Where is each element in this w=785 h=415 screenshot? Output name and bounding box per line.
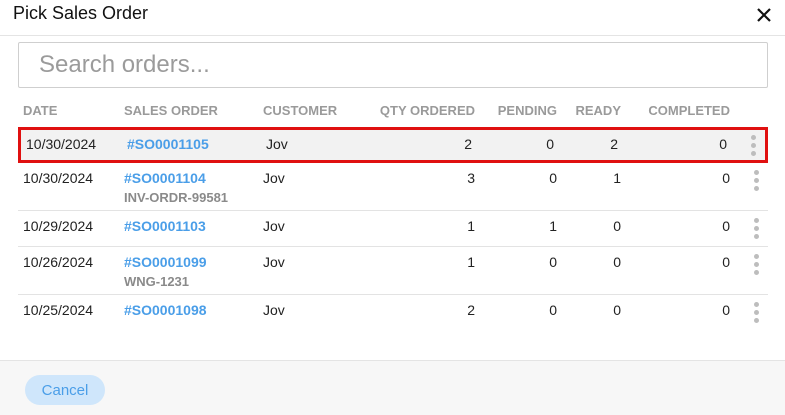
row-ready: 0 bbox=[613, 254, 621, 270]
row-customer: Jov bbox=[263, 170, 285, 186]
dialog-footer: Cancel bbox=[0, 360, 785, 415]
row-pending: 0 bbox=[549, 170, 557, 186]
row-date: 10/26/2024 bbox=[23, 254, 94, 270]
row-completed: 0 bbox=[722, 218, 730, 234]
table-row[interactable]: 10/26/2024 #SO0001099 WNG-1231 Jov 1 0 0… bbox=[18, 247, 768, 295]
row-date: 10/29/2024 bbox=[23, 218, 94, 234]
column-header-customer: CUSTOMER bbox=[263, 103, 338, 118]
search-input[interactable] bbox=[19, 43, 767, 87]
row-sales-order: #SO0001099 WNG-1231 bbox=[124, 254, 207, 289]
row-qty-ordered: 2 bbox=[467, 302, 475, 318]
more-vertical-icon[interactable] bbox=[747, 135, 759, 159]
column-header-sales-order: SALES ORDER bbox=[124, 103, 218, 118]
cancel-button[interactable]: Cancel bbox=[25, 375, 105, 405]
row-ready: 0 bbox=[613, 218, 621, 234]
dialog-header: Pick Sales Order bbox=[0, 0, 785, 36]
row-qty-ordered: 2 bbox=[464, 136, 472, 152]
column-header-completed: COMPLETED bbox=[648, 103, 730, 118]
row-completed: 0 bbox=[722, 302, 730, 318]
close-icon[interactable] bbox=[753, 4, 775, 26]
order-reference: INV-ORDR-99581 bbox=[124, 190, 229, 205]
row-date: 10/30/2024 bbox=[26, 136, 97, 152]
more-vertical-icon[interactable] bbox=[750, 302, 762, 326]
row-sales-order: #SO0001104 INV-ORDR-99581 bbox=[124, 170, 228, 205]
row-completed: 0 bbox=[722, 170, 730, 186]
sales-order-link[interactable]: #SO0001104 bbox=[124, 170, 228, 186]
row-sales-order: #SO0001103 bbox=[124, 218, 206, 234]
column-header-pending: PENDING bbox=[497, 103, 557, 118]
row-ready: 2 bbox=[610, 136, 618, 152]
row-sales-order: #SO0001105 bbox=[127, 136, 209, 152]
column-header-ready: READY bbox=[575, 103, 621, 118]
sales-order-link[interactable]: #SO0001103 bbox=[124, 218, 206, 234]
search-box bbox=[18, 42, 768, 88]
column-header-qty-ordered: QTY ORDERED bbox=[379, 103, 475, 118]
dialog-title: Pick Sales Order bbox=[13, 3, 149, 23]
row-qty-ordered: 3 bbox=[467, 170, 475, 186]
column-header-date: DATE bbox=[23, 103, 58, 118]
sales-order-link[interactable]: #SO0001105 bbox=[127, 136, 209, 152]
row-qty-ordered: 1 bbox=[467, 254, 475, 270]
row-ready: 1 bbox=[613, 170, 621, 186]
more-vertical-icon[interactable] bbox=[750, 170, 762, 194]
row-completed: 0 bbox=[722, 254, 730, 270]
table-row[interactable]: 10/25/2024 #SO0001098 Jov 2 0 0 0 bbox=[18, 295, 768, 331]
orders-table: DATE SALES ORDER CUSTOMER QTY ORDERED PE… bbox=[18, 96, 768, 331]
more-vertical-icon[interactable] bbox=[750, 218, 762, 242]
sales-order-link[interactable]: #SO0001098 bbox=[124, 302, 207, 318]
row-pending: 0 bbox=[549, 254, 557, 270]
row-sales-order: #SO0001098 bbox=[124, 302, 207, 318]
more-vertical-icon[interactable] bbox=[750, 254, 762, 278]
table-row[interactable]: 10/30/2024 #SO0001105 Jov 2 0 2 0 bbox=[18, 127, 768, 163]
table-row[interactable]: 10/29/2024 #SO0001103 Jov 1 1 0 0 bbox=[18, 211, 768, 247]
order-reference: WNG-1231 bbox=[124, 274, 190, 289]
row-pending: 1 bbox=[549, 218, 557, 234]
row-customer: Jov bbox=[263, 254, 285, 270]
row-pending: 0 bbox=[549, 302, 557, 318]
row-customer: Jov bbox=[263, 218, 285, 234]
row-date: 10/30/2024 bbox=[23, 170, 94, 186]
row-ready: 0 bbox=[613, 302, 621, 318]
row-date: 10/25/2024 bbox=[23, 302, 94, 318]
table-header: DATE SALES ORDER CUSTOMER QTY ORDERED PE… bbox=[18, 96, 768, 124]
row-qty-ordered: 1 bbox=[467, 218, 475, 234]
row-customer: Jov bbox=[263, 302, 285, 318]
row-customer: Jov bbox=[266, 136, 288, 152]
row-pending: 0 bbox=[546, 136, 554, 152]
table-row[interactable]: 10/30/2024 #SO0001104 INV-ORDR-99581 Jov… bbox=[18, 163, 768, 211]
sales-order-link[interactable]: #SO0001099 bbox=[124, 254, 207, 270]
row-completed: 0 bbox=[719, 136, 727, 152]
